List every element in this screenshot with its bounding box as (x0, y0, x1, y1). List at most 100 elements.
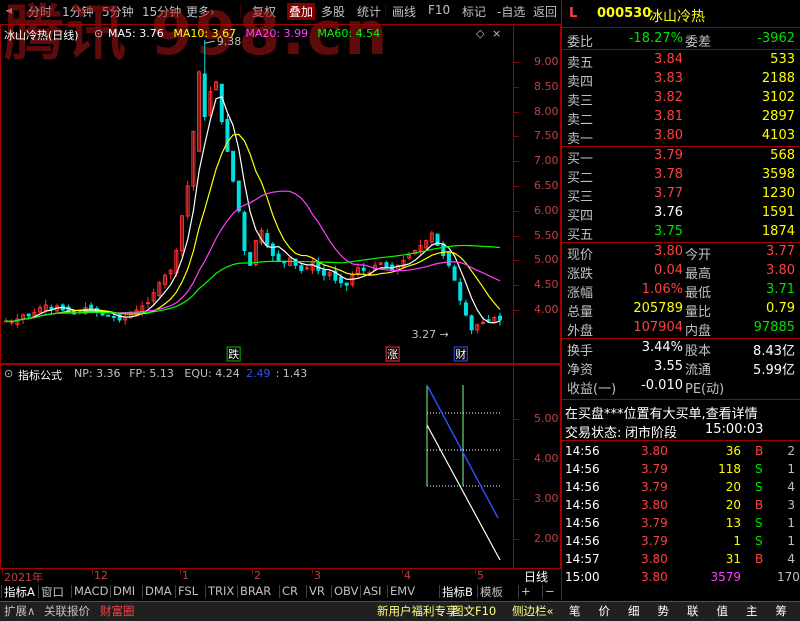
status-right-1[interactable]: 图文F10 (452, 603, 496, 619)
status-left-2[interactable]: 财富圈 (100, 603, 135, 619)
indicator-tab-11[interactable]: ASI (363, 584, 382, 598)
candle-body (498, 315, 502, 321)
indicator-tab-13[interactable]: 指标B (442, 584, 473, 600)
tick-price: 3.79 (641, 516, 668, 530)
main-y-axis: 9.00 8.50 8.00 7.50 7.00 6.50 6.00 5.50 5.00 4.50… (514, 24, 561, 364)
indicator-y-tick-label: 3.00 (534, 492, 559, 505)
bid-row[interactable]: 买三 3.77 1230 (561, 184, 800, 205)
indicator-tab-8[interactable]: CR (282, 584, 298, 598)
tick-row[interactable]: 14:56 3.79 118 S 1 (561, 460, 800, 480)
tick-row[interactable]: 14:56 3.80 36 B 2 (561, 442, 800, 462)
bid-price: 3.79 (654, 148, 683, 163)
indicator-tab-6[interactable]: TRIX (208, 584, 234, 598)
ma-line-5 (5, 95, 501, 324)
tick-list[interactable]: 14:56 3.80 36 B 2 14:56 3.79 118 S 1 14:56 3.79 20 S 4… (561, 442, 800, 592)
ask-row[interactable]: 卖三 3.82 3102 (561, 88, 800, 109)
toolbar-item-9[interactable]: 画线 (392, 3, 416, 20)
y-tick-mark (514, 210, 519, 212)
indicator-tab-10[interactable]: OBV (334, 584, 358, 598)
toolbar-item-10[interactable]: F10 (428, 3, 450, 17)
side-panel-icon-1[interactable]: 价 (599, 603, 611, 619)
stat-value: 1.06% (641, 282, 683, 297)
status-right-2[interactable]: 侧边栏« (512, 603, 554, 619)
indicator-tab-5[interactable]: FSL (178, 584, 198, 598)
candle-body (463, 302, 468, 316)
toolbar-item-11[interactable]: 标记 (462, 3, 486, 20)
stock-name[interactable]: 冰山冷热 (649, 6, 705, 26)
weibi-label: 委比 (567, 35, 594, 50)
candle-body (89, 304, 94, 310)
indicator-tab-16[interactable]: − (545, 584, 555, 598)
indicator-tab-7[interactable]: BRAR (240, 584, 271, 598)
tick-volume: 13 (725, 516, 741, 530)
fund-label: 收益(一) (567, 382, 617, 397)
tick-time: 15:00 (565, 570, 600, 584)
indicator-settings-icon[interactable]: ⊙ (4, 367, 13, 380)
side-panel-icon-3[interactable]: 势 (658, 603, 670, 619)
date-tick (252, 569, 253, 574)
indicator-chart[interactable] (0, 380, 513, 568)
candlestick-chart[interactable]: 9.38 3.27 → 跌 涨 财 (0, 24, 513, 364)
stock-code[interactable]: 000530 (597, 6, 651, 21)
tick-row[interactable]: 15:00 3.80 3579 170 (561, 568, 800, 588)
y-tick-mark (514, 161, 519, 163)
indicator-tab-9[interactable]: VR (309, 584, 325, 598)
indicator-tab-15[interactable]: + (521, 584, 531, 598)
side-panel-icon-6[interactable]: 主 (746, 603, 758, 619)
candle-body (486, 319, 491, 322)
tick-count: 1 (787, 534, 795, 548)
indicator-tab-12[interactable]: EMV (390, 584, 415, 598)
candle-body (236, 180, 241, 212)
y-tick-label: 5.50 (534, 228, 559, 242)
status-right-0[interactable]: 新用户福利专享 (377, 603, 458, 619)
side-panel-icon-5[interactable]: 值 (717, 603, 729, 619)
status-left-0[interactable]: 扩展∧ (4, 603, 35, 619)
tick-time: 14:56 (565, 498, 600, 512)
bid-row[interactable]: 买四 3.76 1591 (561, 203, 800, 224)
tick-row[interactable]: 14:56 3.80 20 B 3 (561, 496, 800, 516)
tick-row[interactable]: 14:57 3.80 31 B 4 (561, 550, 800, 570)
stat-row: 总量 205789 量比 0.79 (561, 299, 800, 320)
ask-book: 卖五 3.84 533 卖四 3.83 2188 卖三 3.82 3102 卖二 3.81 2897 卖… (561, 50, 800, 150)
tick-row[interactable]: 14:56 3.79 13 S 1 (561, 514, 800, 534)
tick-side: B (755, 498, 764, 512)
ask-row[interactable]: 卖五 3.84 533 (561, 50, 800, 71)
ask-row[interactable]: 卖一 3.80 4103 (561, 126, 800, 147)
bid-row[interactable]: 买二 3.78 3598 (561, 165, 800, 186)
tick-row[interactable]: 14:56 3.79 1 S 1 (561, 532, 800, 552)
event-marker-0[interactable]: 跌 (228, 347, 239, 361)
toolbar-item-13[interactable]: 返回 (533, 3, 557, 20)
indicator-y-tick-label: 2.00 (534, 532, 559, 545)
status-bar: 扩展∧ 关联报价 财富圈 新用户福利专享 图文F10 侧边栏« 笔 价 细 势 联 值 主 筹 (0, 601, 800, 621)
candle-body (276, 253, 281, 261)
tick-row[interactable]: 14:56 3.79 20 S 4 (561, 478, 800, 498)
event-marker-1[interactable]: 涨 (387, 348, 398, 361)
side-panel-icon-4[interactable]: 联 (687, 603, 699, 619)
bid-row[interactable]: 买五 3.75 1874 (561, 222, 800, 243)
y-tick-label: 4.50 (534, 278, 559, 292)
tick-volume: 1 (733, 534, 741, 548)
event-marker-2[interactable]: 财 (455, 347, 466, 361)
toolbar-item-12[interactable]: -自选 (497, 3, 525, 20)
candle-body (469, 315, 474, 331)
y-tick-mark (514, 136, 519, 138)
side-panel-icon-0[interactable]: 笔 (569, 603, 581, 619)
ask-row[interactable]: 卖四 3.83 2188 (561, 69, 800, 90)
ask-row[interactable]: 卖二 3.81 2897 (561, 107, 800, 128)
indicator-tab-4[interactable]: DMA (145, 584, 172, 598)
y-tick-mark (514, 62, 519, 63)
tick-time: 14:56 (565, 480, 600, 494)
indicator-tab-14[interactable]: 模板 (480, 584, 503, 600)
side-panel-icon-7[interactable]: 筹 (776, 603, 788, 619)
tick-side: B (755, 444, 764, 458)
fund-value: 3.44% (641, 340, 683, 355)
indicator-tab-0[interactable]: 指标A (4, 584, 35, 600)
side-panel-icon-2[interactable]: 细 (628, 603, 640, 619)
candle-body (231, 150, 236, 182)
indicator-tab-3[interactable]: DMI (113, 584, 135, 598)
indicator-tab-2[interactable]: MACD (74, 584, 108, 598)
status-left-1[interactable]: 关联报价 (44, 603, 90, 619)
indicator-tab-1[interactable]: 窗口 (41, 584, 64, 600)
bid-row[interactable]: 买一 3.79 568 (561, 146, 800, 167)
stat-value: 97885 (753, 320, 795, 335)
